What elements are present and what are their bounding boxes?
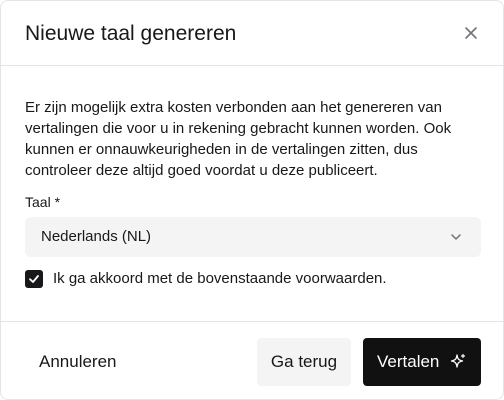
chevron-down-icon	[449, 230, 463, 244]
translate-button-label: Vertalen	[377, 352, 440, 371]
checkmark-icon	[29, 275, 39, 283]
generate-language-dialog: Nieuwe taal genereren Er zijn mogelijk e…	[0, 0, 504, 400]
terms-agreement-row: Ik ga akkoord met de bovenstaande voorwa…	[25, 269, 481, 289]
back-button[interactable]: Ga terug	[257, 338, 351, 386]
language-select-value: Nederlands (NL)	[41, 228, 152, 245]
dialog-header: Nieuwe taal genereren	[1, 1, 503, 66]
terms-agreement-checkbox[interactable]	[25, 270, 43, 288]
close-button[interactable]	[461, 23, 481, 43]
dialog-title: Nieuwe taal genereren	[25, 22, 237, 45]
sparkle-icon	[449, 353, 467, 371]
close-icon	[461, 23, 481, 43]
language-select[interactable]: Nederlands (NL)	[25, 217, 481, 257]
dialog-body: Er zijn mogelijk extra kosten verbonden …	[25, 97, 481, 288]
dialog-footer: Annuleren Ga terug Vertalen	[1, 321, 503, 400]
language-field-label: Taal *	[25, 194, 61, 210]
cost-warning-text: Er zijn mogelijk extra kosten verbonden …	[25, 99, 452, 179]
translate-button[interactable]: Vertalen	[363, 338, 481, 386]
terms-agreement-label[interactable]: Ik ga akkoord met de bovenstaande voorwa…	[53, 270, 387, 288]
cancel-button[interactable]: Annuleren	[25, 338, 131, 386]
